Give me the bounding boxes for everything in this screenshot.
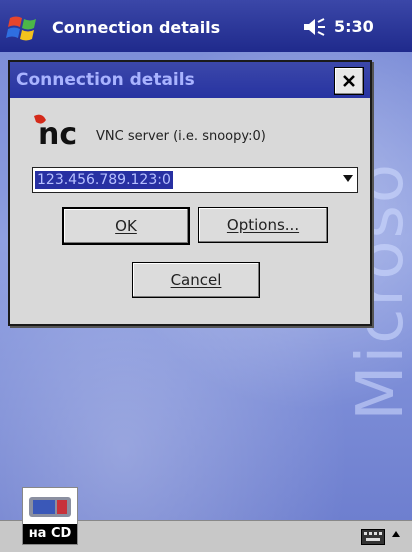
clock[interactable]: 5:30 xyxy=(334,17,374,36)
navigation-bar: Connection details 5:30 xyxy=(0,0,412,52)
dialog-title-bar: Connection details xyxy=(10,62,370,98)
cd-badge: на CD xyxy=(22,487,78,545)
vnc-logo: nc xyxy=(34,114,77,148)
svg-text:nc: nc xyxy=(38,117,77,148)
server-combobox[interactable]: 123.456.789.123:0 xyxy=(32,167,358,193)
options-button-label: Options... xyxy=(226,216,300,234)
chevron-down-icon[interactable] xyxy=(343,175,353,182)
up-arrow-icon[interactable] xyxy=(392,531,400,537)
ok-button-label: OK xyxy=(115,217,137,235)
close-button[interactable] xyxy=(334,67,364,95)
server-input-value[interactable]: 123.456.789.123:0 xyxy=(35,171,173,189)
cd-badge-label: на CD xyxy=(23,524,77,544)
ok-button[interactable]: OK xyxy=(62,207,190,245)
windows-flag-icon[interactable] xyxy=(6,12,42,44)
dialog-title: Connection details xyxy=(16,70,195,90)
server-field-label: VNC server (i.e. snoopy:0) xyxy=(96,129,266,144)
options-button[interactable]: Options... xyxy=(198,207,328,243)
cancel-button[interactable]: Cancel xyxy=(132,262,260,298)
app-title: Connection details xyxy=(52,18,221,37)
keyboard-icon[interactable] xyxy=(361,529,385,545)
pda-icon xyxy=(29,497,71,517)
close-icon xyxy=(343,75,355,87)
connection-dialog: Connection details nc VNC server (i.e. s… xyxy=(8,60,372,326)
cancel-button-label: Cancel xyxy=(170,271,222,289)
speaker-icon[interactable] xyxy=(302,16,326,38)
